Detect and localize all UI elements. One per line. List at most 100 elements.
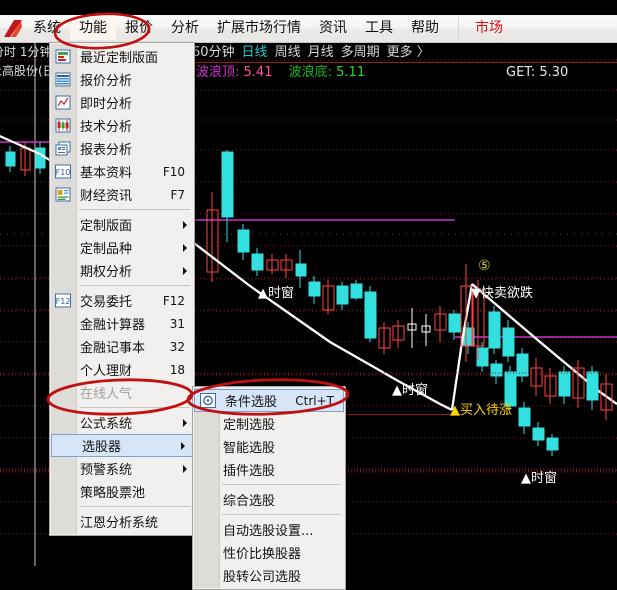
menu-item-tools[interactable]: 工具: [356, 17, 402, 40]
annotation-time-window-2: ▲时窗: [392, 383, 428, 398]
wave-top-label: 波浪顶:: [196, 65, 240, 80]
submenu-comprehensive-screener[interactable]: 综合选股: [193, 488, 345, 511]
wave-bottom-label: 波浪底:: [288, 65, 333, 80]
annotation-sell-signal: ▼快卖欲跌: [471, 286, 533, 301]
menu-item-label: 金融计算器: [80, 318, 146, 333]
menu-gann-analysis-system[interactable]: 江恩分析系统: [50, 510, 194, 533]
menu-item-function[interactable]: 功能: [70, 17, 116, 40]
menu-item-label: 期权分析: [80, 265, 133, 280]
menu-stock-screener[interactable]: 选股器: [51, 434, 193, 457]
menu-separator: [79, 285, 190, 286]
empty-icon-slot: [193, 412, 218, 435]
menu-item-label: 财经资讯: [80, 189, 133, 204]
menu-realtime-analysis[interactable]: 即时分析: [50, 91, 194, 114]
submenu-item-label: 智能选股: [223, 441, 276, 456]
submenu-value-swap-tool[interactable]: 性价比换股器: [193, 541, 345, 564]
menu-item-label: 基本资料: [80, 166, 133, 181]
report-icon: [50, 137, 75, 160]
menu-item-label: 个人理财: [80, 364, 133, 379]
svg-text:F12: F12: [55, 297, 70, 306]
menu-item-label: 在线人气: [80, 387, 133, 402]
menu-financial-news[interactable]: 财经资讯 F7: [50, 183, 194, 206]
period-60min[interactable]: 60分钟: [192, 45, 235, 60]
left-period-labels: 分时 1分钟: [0, 45, 52, 59]
submenu-item-label: 条件选股: [225, 395, 278, 410]
menu-item-news[interactable]: 资讯: [310, 17, 356, 40]
menu-item-extended-market[interactable]: 扩展市场行情: [208, 17, 310, 40]
submenu-separator: [222, 484, 341, 485]
menu-item-label: 即时分析: [80, 97, 133, 112]
period-weekly[interactable]: 周线: [275, 45, 301, 60]
submenu-auto-screener-settings[interactable]: 自动选股设置...: [193, 518, 345, 541]
menu-item-label: 策略股票池: [80, 486, 146, 501]
period-monthly[interactable]: 月线: [308, 45, 334, 60]
submenu-neeq-company-screener[interactable]: 股转公司选股: [193, 564, 345, 587]
menu-item-accel: 18: [169, 362, 185, 377]
menu-formula-system[interactable]: 公式系统: [50, 411, 194, 434]
submenu-custom-screener[interactable]: 定制选股: [193, 412, 345, 435]
menu-quote-analysis[interactable]: 报价分析: [50, 68, 194, 91]
layout-recent-icon: [50, 45, 75, 68]
menu-options-analysis[interactable]: 期权分析: [50, 259, 194, 282]
function-dropdown-menu[interactable]: 最近定制版面 报价分析 即时分析 技术分析 报表分析 F10 基本资料 F10: [49, 42, 195, 536]
menu-item-label: 金融记事本: [80, 341, 146, 356]
submenu-item-label: 定制选股: [223, 418, 276, 433]
menu-bar[interactable]: 系统 功能 报价 分析 扩展市场行情 资讯 工具 帮助 市场: [0, 15, 617, 43]
wave-bottom-value: 5.11: [336, 65, 366, 80]
menu-item-accel: F10: [162, 164, 185, 179]
menu-report-analysis[interactable]: 报表分析: [50, 137, 194, 160]
news-icon: [50, 183, 75, 206]
empty-icon-slot: [50, 335, 75, 358]
period-daily[interactable]: 日线: [242, 45, 268, 60]
menu-item-label: 江恩分析系统: [80, 516, 159, 531]
menu-item-label: 定制版面: [80, 219, 133, 234]
info-divider: [192, 62, 617, 63]
submenu-plugin-screener[interactable]: 插件选股: [193, 458, 345, 481]
wave-info-row: 波浪顶: 5.41 波浪底: 5.11: [196, 64, 365, 82]
menu-online-popularity: 在线人气: [50, 381, 194, 404]
f12-icon: F12: [50, 289, 75, 312]
empty-icon-slot: [50, 381, 75, 404]
period-more[interactable]: 更多 〉: [387, 45, 430, 60]
submenu-item-accel: Ctrl+T: [295, 393, 334, 408]
menu-custom-layout[interactable]: 定制版面: [50, 213, 194, 236]
realtime-line-icon: [50, 91, 75, 114]
empty-icon-slot: [193, 488, 218, 511]
chevron-right-icon: [183, 464, 187, 473]
menu-basic-info[interactable]: F10 基本资料 F10: [50, 160, 194, 183]
menu-trade-order[interactable]: F12 交易委托 F12: [50, 289, 194, 312]
empty-icon-slot: [52, 434, 77, 457]
menu-financial-calculator[interactable]: 金融计算器 31: [50, 312, 194, 335]
menu-recent-layout[interactable]: 最近定制版面: [50, 45, 194, 68]
menu-item-market[interactable]: 市场: [458, 17, 512, 40]
wave-top-value: 5.41: [243, 65, 273, 80]
empty-icon-slot: [50, 259, 75, 282]
menu-item-accel: 32: [169, 339, 185, 354]
menu-custom-variety[interactable]: 定制品种: [50, 236, 194, 259]
menu-alert-system[interactable]: 预警系统: [50, 457, 194, 480]
menu-item-label: 技术分析: [80, 120, 133, 135]
menu-strategy-stock-pool[interactable]: 策略股票池: [50, 480, 194, 503]
menu-item-help[interactable]: 帮助: [402, 17, 448, 40]
stock-screener-submenu[interactable]: 条件选股 Ctrl+T 定制选股 智能选股 插件选股 综合选股 自动选股设置..…: [192, 386, 346, 590]
submenu-smart-screener[interactable]: 智能选股: [193, 435, 345, 458]
target-circle-icon: [195, 389, 220, 412]
menu-item-analysis[interactable]: 分析: [162, 17, 208, 40]
menu-technical-analysis[interactable]: 技术分析: [50, 114, 194, 137]
menu-item-label: 选股器: [82, 440, 122, 455]
empty-icon-slot: [193, 435, 218, 458]
menu-item-system[interactable]: 系统: [24, 17, 70, 40]
chevron-right-icon: [183, 243, 187, 252]
period-multi[interactable]: 多周期: [341, 45, 380, 60]
period-selector-bar[interactable]: 60分钟 日线 周线 月线 多周期 更多 〉: [192, 44, 437, 61]
submenu-conditional-screener[interactable]: 条件选股 Ctrl+T: [194, 389, 344, 412]
menu-personal-finance[interactable]: 个人理财 18: [50, 358, 194, 381]
submenu-item-label: 插件选股: [223, 464, 276, 479]
menu-separator: [79, 209, 190, 210]
menu-financial-notebook[interactable]: 金融记事本 32: [50, 335, 194, 358]
empty-icon-slot: [193, 564, 218, 587]
menu-item-label: 最近定制版面: [80, 51, 159, 66]
chevron-right-icon: [183, 418, 187, 427]
empty-icon-slot: [50, 236, 75, 259]
menu-item-quote[interactable]: 报价: [116, 17, 162, 40]
